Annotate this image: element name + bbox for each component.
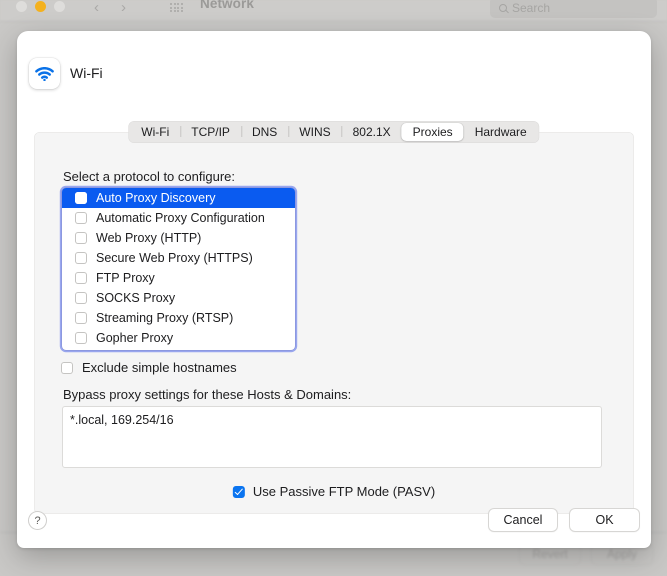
- service-name-label: Wi-Fi: [70, 65, 103, 81]
- help-button[interactable]: ?: [28, 511, 47, 530]
- protocol-list[interactable]: Auto Proxy Discovery Automatic Proxy Con…: [62, 188, 295, 350]
- protocol-row-ftp-proxy[interactable]: FTP Proxy: [62, 268, 295, 288]
- protocol-row-secure-web-proxy-https[interactable]: Secure Web Proxy (HTTPS): [62, 248, 295, 268]
- tab-wifi[interactable]: Wi-Fi: [130, 123, 180, 141]
- close-button[interactable]: [16, 1, 27, 12]
- protocol-checkbox[interactable]: [75, 232, 87, 244]
- minimize-button[interactable]: [35, 1, 46, 12]
- bypass-proxy-label: Bypass proxy settings for these Hosts & …: [63, 387, 352, 402]
- proxies-settings-sheet: Wi-Fi Wi-Fi TCP/IP DNS WINS 802.1X Proxi…: [17, 31, 651, 548]
- tab-dns[interactable]: DNS: [240, 123, 288, 141]
- tab-tcpip[interactable]: TCP/IP: [180, 123, 241, 141]
- grid-view-icon[interactable]: [170, 3, 183, 13]
- zoom-button[interactable]: [54, 1, 65, 12]
- exclude-simple-hostnames-row[interactable]: Exclude simple hostnames: [61, 360, 237, 375]
- search-icon: [499, 3, 507, 12]
- window-title: Network: [200, 0, 254, 11]
- protocol-label: Streaming Proxy (RTSP): [96, 311, 234, 325]
- exclude-simple-hostnames-label: Exclude simple hostnames: [82, 360, 237, 375]
- protocol-row-gopher-proxy[interactable]: Gopher Proxy: [62, 328, 295, 348]
- protocol-label: Secure Web Proxy (HTTPS): [96, 251, 253, 265]
- protocol-checkbox[interactable]: [75, 252, 87, 264]
- protocol-label: FTP Proxy: [96, 271, 155, 285]
- tab-hardware[interactable]: Hardware: [464, 123, 538, 141]
- sheet-header: Wi-Fi: [17, 31, 651, 103]
- tab-proxies[interactable]: Proxies: [401, 123, 464, 141]
- ok-button[interactable]: OK: [569, 508, 640, 532]
- bypass-proxy-textarea[interactable]: *.local, 169.254/16: [62, 406, 602, 468]
- protocol-row-socks-proxy[interactable]: SOCKS Proxy: [62, 288, 295, 308]
- protocol-checkbox[interactable]: [75, 212, 87, 224]
- protocol-row-auto-proxy-discovery[interactable]: Auto Proxy Discovery: [62, 188, 295, 208]
- protocol-row-web-proxy-http[interactable]: Web Proxy (HTTP): [62, 228, 295, 248]
- protocol-label: Automatic Proxy Configuration: [96, 211, 265, 225]
- tab-8021x[interactable]: 802.1X: [341, 123, 402, 141]
- search-field[interactable]: Search: [490, 0, 657, 18]
- search-placeholder: Search: [512, 0, 551, 15]
- passive-ftp-label: Use Passive FTP Mode (PASV): [252, 484, 436, 499]
- cancel-button[interactable]: Cancel: [488, 508, 558, 532]
- protocol-label: Auto Proxy Discovery: [96, 191, 216, 205]
- navigation-buttons[interactable]: ‹ ›: [94, 0, 126, 16]
- protocol-checkbox[interactable]: [75, 312, 87, 324]
- proxies-panel: Select a protocol to configure: Auto Pro…: [34, 132, 634, 514]
- protocol-row-streaming-proxy-rtsp[interactable]: Streaming Proxy (RTSP): [62, 308, 295, 328]
- protocol-row-automatic-proxy-configuration[interactable]: Automatic Proxy Configuration: [62, 208, 295, 228]
- protocol-checkbox[interactable]: [75, 272, 87, 284]
- passive-ftp-row[interactable]: Use Passive FTP Mode (PASV): [232, 484, 436, 499]
- protocol-label: SOCKS Proxy: [96, 291, 176, 305]
- protocol-checkbox[interactable]: [75, 192, 87, 204]
- wifi-icon: [29, 58, 60, 89]
- protocol-section-label: Select a protocol to configure:: [63, 169, 235, 184]
- back-chevron-icon[interactable]: ‹: [94, 0, 99, 16]
- protocol-label: Web Proxy (HTTP): [96, 231, 202, 245]
- protocol-checkbox[interactable]: [75, 332, 87, 344]
- protocol-label: Gopher Proxy: [96, 331, 174, 345]
- exclude-simple-hostnames-checkbox[interactable]: [61, 361, 73, 374]
- passive-ftp-checkbox[interactable]: [232, 485, 245, 498]
- tab-wins[interactable]: WINS: [288, 123, 341, 141]
- window-traffic-lights[interactable]: [16, 1, 65, 12]
- settings-tab-bar[interactable]: Wi-Fi TCP/IP DNS WINS 802.1X Proxies Har…: [128, 121, 540, 143]
- protocol-checkbox[interactable]: [75, 292, 87, 304]
- forward-chevron-icon[interactable]: ›: [121, 0, 126, 16]
